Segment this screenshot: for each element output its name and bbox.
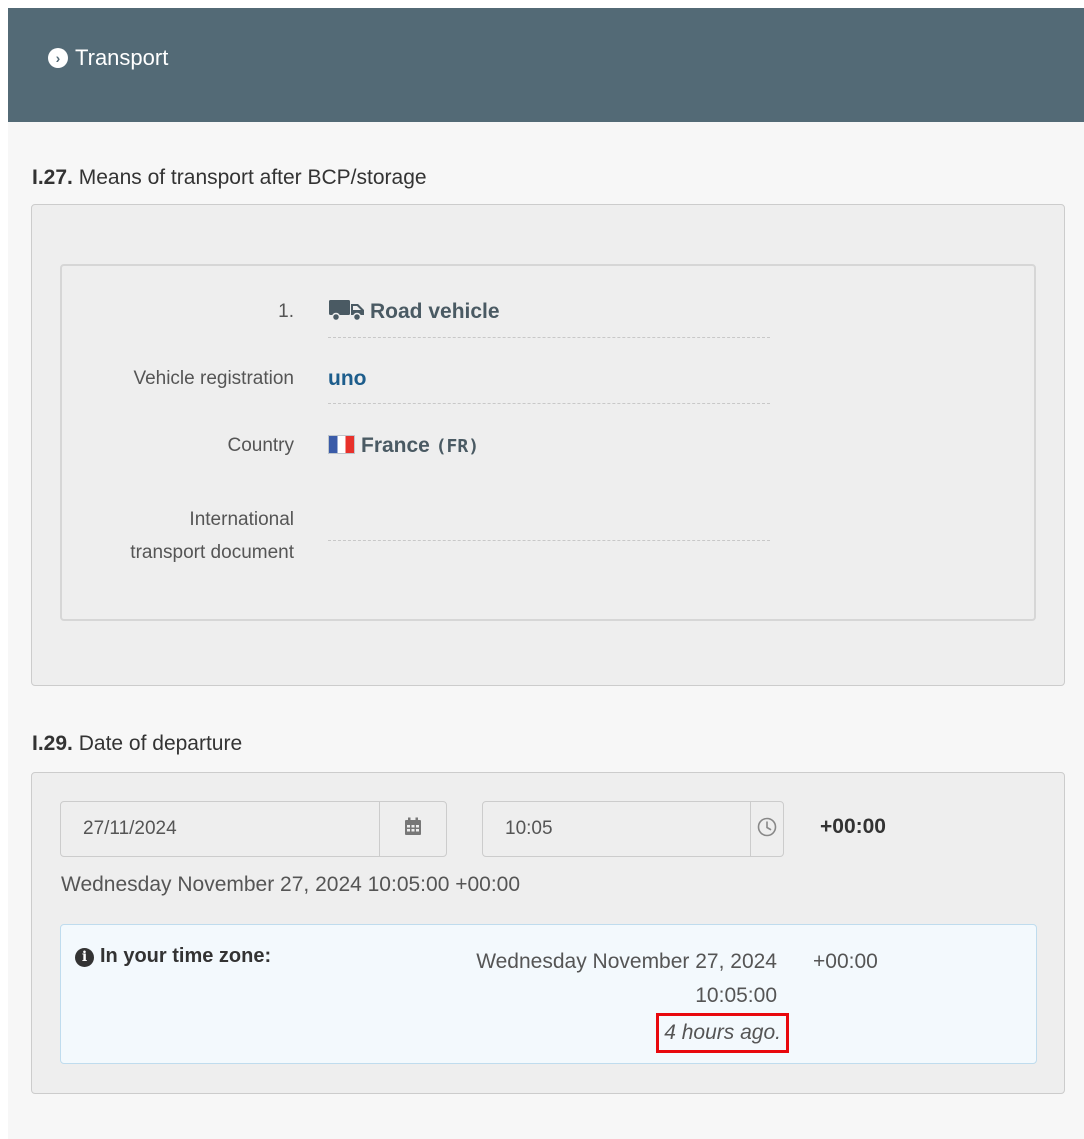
- transport-type-label: Road vehicle: [370, 300, 500, 323]
- calendar-button[interactable]: [379, 802, 446, 856]
- vehicle-registration-value: uno: [328, 367, 367, 390]
- transport-type-value: Road vehicle: [328, 297, 770, 330]
- timezone-label-text: In your time zone:: [100, 945, 272, 967]
- divider: [328, 337, 770, 338]
- calendar-icon: [404, 817, 422, 841]
- section-title-text: Date of departure: [78, 732, 243, 755]
- timezone-label: i In your time zone:: [75, 945, 271, 968]
- clock-button[interactable]: [750, 802, 783, 856]
- divider: [328, 403, 770, 404]
- divider: [328, 540, 770, 541]
- country-label: Country: [227, 435, 294, 456]
- timezone-time: 10:05:00: [695, 984, 777, 1007]
- relative-time-highlight: 4 hours ago.: [656, 1013, 789, 1053]
- date-input-group: [60, 801, 447, 857]
- truck-icon: [328, 299, 366, 330]
- timezone-date: Wednesday November 27, 2024: [476, 950, 777, 973]
- transport-document-label-line1: International: [189, 509, 294, 530]
- time-input[interactable]: [483, 802, 750, 856]
- transport-header[interactable]: › Transport: [8, 8, 1084, 122]
- time-input-group: [482, 801, 784, 857]
- timezone-info-offset: +00:00: [813, 950, 878, 973]
- section-title-date-of-departure: I.29. Date of departure: [32, 732, 242, 756]
- clock-icon: [757, 817, 777, 842]
- section-title-text: Means of transport after BCP/storage: [78, 166, 427, 189]
- info-icon: i: [75, 948, 94, 967]
- section-number: I.29.: [32, 732, 73, 755]
- section-title-means-of-transport: I.27. Means of transport after BCP/stora…: [32, 166, 427, 190]
- transport-document-label-line2: transport document: [130, 542, 294, 563]
- header-title: Transport: [75, 45, 169, 70]
- timezone-info-box: i In your time zone: Wednesday November 2…: [60, 924, 1037, 1064]
- timezone-offset: +00:00: [820, 815, 886, 838]
- section-number: I.27.: [32, 166, 73, 189]
- entry-index: 1.: [278, 301, 294, 322]
- country-name: France: [361, 434, 430, 457]
- france-flag-icon: [328, 435, 355, 454]
- date-input[interactable]: [61, 802, 379, 856]
- country-value: France (FR): [328, 431, 770, 462]
- vehicle-registration-label: Vehicle registration: [133, 368, 294, 389]
- chevron-right-circle-icon: ›: [48, 48, 68, 68]
- country-code: (FR): [435, 436, 480, 457]
- full-date-text: Wednesday November 27, 2024 10:05:00 +00…: [61, 873, 521, 896]
